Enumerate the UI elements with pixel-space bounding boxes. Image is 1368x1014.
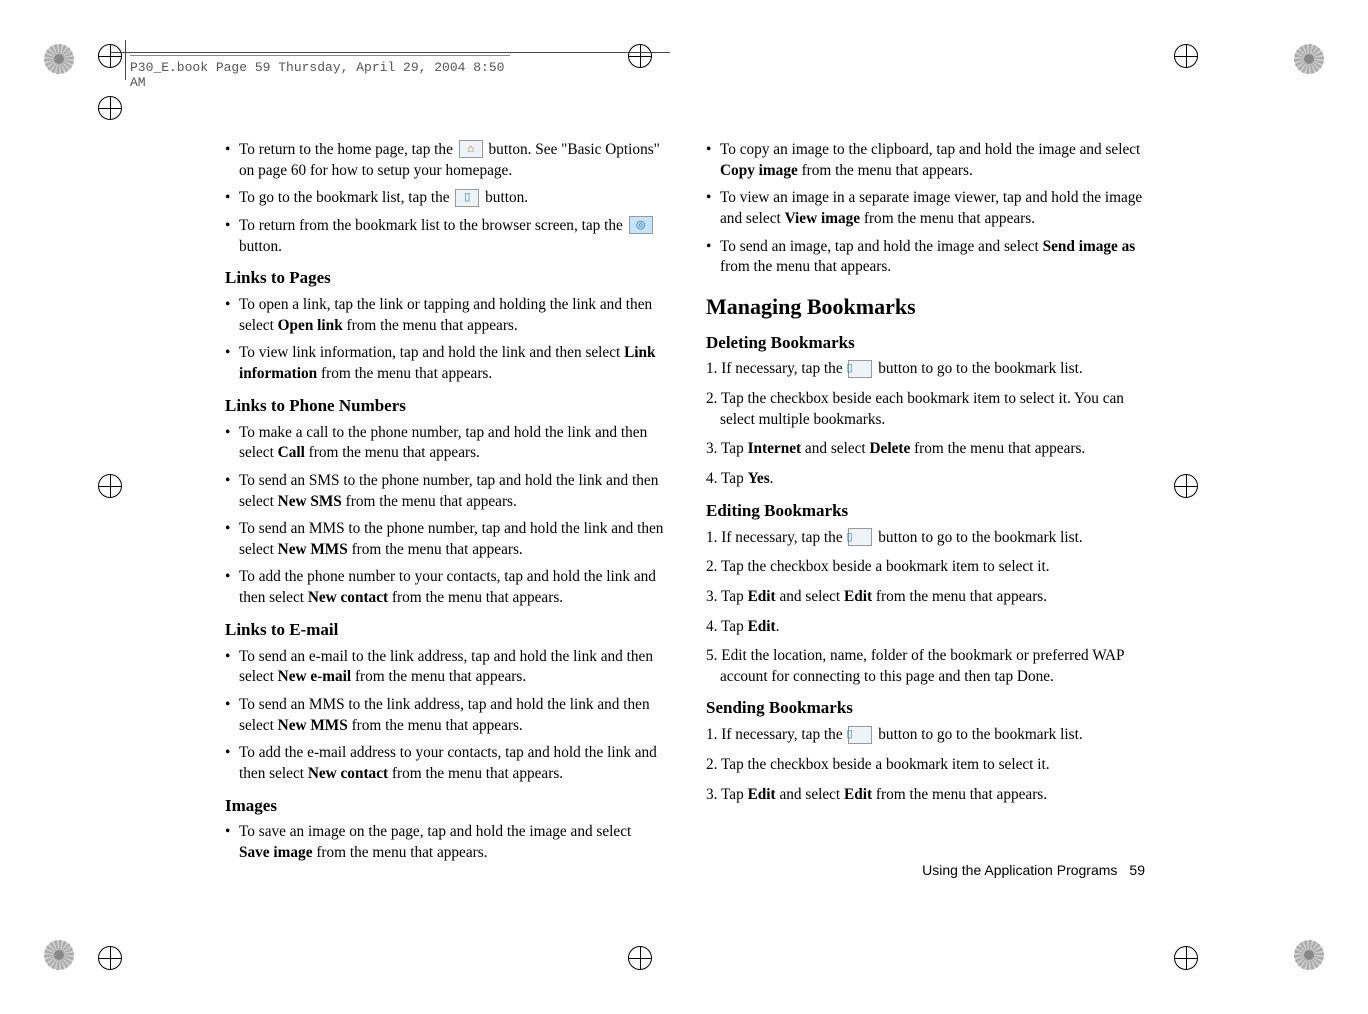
list-item: 2. Tap the checkbox beside each bookmark… [706, 389, 1145, 430]
crosshair-icon [98, 44, 122, 68]
list-item: •To send an MMS to the link address, tap… [225, 695, 664, 736]
list-item: •To send an SMS to the phone number, tap… [225, 471, 664, 512]
list-item: • To go to the bookmark list, tap the ▯ … [225, 188, 664, 209]
list-item: 1. If necessary, tap the ▯ button to go … [706, 725, 1145, 746]
list-item: •To send an image, tap and hold the imag… [706, 237, 1145, 278]
list-item: •To add the phone number to your contact… [225, 567, 664, 608]
list-item: •To open a link, tap the link or tapping… [225, 295, 664, 336]
heading-editing-bookmarks: Editing Bookmarks [706, 500, 1145, 523]
bookmark-icon: ▯ [455, 189, 479, 207]
heading-links-to-pages: Links to Pages [225, 267, 664, 290]
list-item: 3. Tap Edit and select Edit from the men… [706, 785, 1145, 806]
list-item: 4. Tap Yes. [706, 469, 1145, 490]
page-number: 59 [1129, 862, 1145, 878]
list-item: 3. Tap Edit and select Edit from the men… [706, 587, 1145, 608]
page-footer: Using the Application Programs 59 [922, 861, 1145, 880]
list-item: •To save an image on the page, tap and h… [225, 822, 664, 863]
list-item: 1. If necessary, tap the ▯ button to go … [706, 359, 1145, 380]
heading-sending-bookmarks: Sending Bookmarks [706, 697, 1145, 720]
reg-mark-icon [44, 940, 74, 970]
bookmark-icon: ▯ [848, 360, 872, 378]
list-item: •To send an MMS to the phone number, tap… [225, 519, 664, 560]
reg-mark-icon [1294, 940, 1324, 970]
crosshair-icon [1174, 474, 1198, 498]
list-item: 2. Tap the checkbox beside a bookmark it… [706, 557, 1145, 578]
home-icon: ⌂ [459, 140, 483, 158]
heading-images: Images [225, 795, 664, 818]
list-item: •To send an e-mail to the link address, … [225, 647, 664, 688]
list-item: 5. Edit the location, name, folder of th… [706, 646, 1145, 687]
bookmark-icon: ▯ [848, 528, 872, 546]
frame-line [125, 40, 126, 80]
list-item: •To make a call to the phone number, tap… [225, 423, 664, 464]
reg-mark-icon [1294, 44, 1324, 74]
list-item: 2. Tap the checkbox beside a bookmark it… [706, 755, 1145, 776]
crosshair-icon [98, 946, 122, 970]
footer-label: Using the Application Programs [922, 862, 1117, 878]
page-content: • To return to the home page, tap the ⌂ … [225, 140, 1145, 880]
list-item: • To return from the bookmark list to th… [225, 216, 664, 257]
crosshair-icon [98, 474, 122, 498]
list-item: • To return to the home page, tap the ⌂ … [225, 140, 664, 181]
crosshair-icon [628, 946, 652, 970]
bookmark-icon: ▯ [848, 726, 872, 744]
reg-mark-icon [44, 44, 74, 74]
left-column: • To return to the home page, tap the ⌂ … [225, 140, 664, 880]
header-file-path: P30_E.book Page 59 Thursday, April 29, 2… [130, 55, 510, 90]
list-item: 4. Tap Edit. [706, 617, 1145, 638]
magnifier-icon: ◎ [629, 216, 653, 234]
heading-links-to-phone: Links to Phone Numbers [225, 395, 664, 418]
heading-deleting-bookmarks: Deleting Bookmarks [706, 332, 1145, 355]
frame-line [110, 52, 670, 53]
list-item: •To view link information, tap and hold … [225, 343, 664, 384]
list-item: •To copy an image to the clipboard, tap … [706, 140, 1145, 181]
crosshair-icon [98, 96, 122, 120]
crosshair-icon [1174, 44, 1198, 68]
heading-managing-bookmarks: Managing Bookmarks [706, 292, 1145, 322]
list-item: 1. If necessary, tap the ▯ button to go … [706, 528, 1145, 549]
list-item: •To view an image in a separate image vi… [706, 188, 1145, 229]
heading-links-to-email: Links to E-mail [225, 619, 664, 642]
list-item: 3. Tap Internet and select Delete from t… [706, 439, 1145, 460]
crosshair-icon [628, 44, 652, 68]
crosshair-icon [1174, 946, 1198, 970]
right-column: •To copy an image to the clipboard, tap … [706, 140, 1145, 880]
list-item: •To add the e-mail address to your conta… [225, 743, 664, 784]
